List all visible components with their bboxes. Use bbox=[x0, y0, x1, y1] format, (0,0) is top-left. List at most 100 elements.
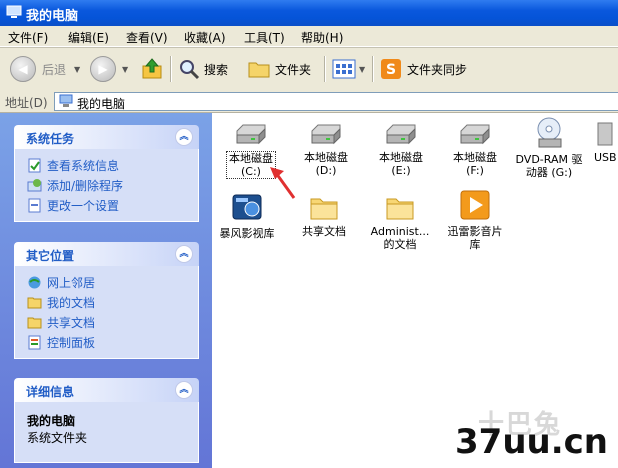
chevron-down-icon: ▼ bbox=[122, 64, 129, 74]
forward-button[interactable]: ▶ ▼ bbox=[90, 56, 128, 82]
collapse-icon[interactable]: ︽ bbox=[175, 381, 193, 399]
link-label: 更改一个设置 bbox=[47, 198, 120, 213]
folder-sync-label: 文件夹同步 bbox=[407, 62, 468, 77]
admin-documents-folder[interactable]: Administ... 的文档 bbox=[365, 193, 435, 251]
system-tasks-body: 查看系统信息 添加/删除程序 更改一个设置 bbox=[14, 149, 199, 222]
drive-label-line1: 本地磁盘 bbox=[304, 151, 348, 164]
collapse-icon[interactable]: ︽ bbox=[175, 128, 193, 146]
shared-documents-link[interactable]: 共享文档 bbox=[27, 312, 198, 332]
drive-d[interactable]: 本地磁盘 (D:) bbox=[291, 121, 361, 177]
shared-documents-folder[interactable]: 共享文档 bbox=[289, 193, 359, 238]
folder-icon bbox=[386, 198, 414, 220]
folders-icon bbox=[248, 62, 270, 78]
system-info-icon bbox=[28, 158, 41, 172]
search-icon bbox=[180, 60, 200, 80]
usb-drive-icon bbox=[597, 122, 613, 146]
link-label: 我的文档 bbox=[47, 295, 96, 310]
drive-usb[interactable]: USB bbox=[586, 121, 618, 164]
video-library-icon bbox=[232, 194, 262, 220]
view-system-info-link[interactable]: 查看系统信息 bbox=[27, 155, 198, 175]
collapse-icon[interactable]: ︽ bbox=[175, 245, 193, 263]
panel-title: 详细信息 bbox=[26, 385, 75, 399]
svg-text:S: S bbox=[386, 62, 396, 78]
search-button[interactable]: 搜索 bbox=[178, 56, 228, 82]
my-computer-icon bbox=[6, 5, 22, 18]
back-arrow-icon: ◀ bbox=[10, 56, 36, 82]
drive-f[interactable]: 本地磁盘 (F:) bbox=[440, 121, 510, 177]
folder-sync-button[interactable]: S 文件夹同步 bbox=[380, 56, 467, 82]
folder-label-line1: Administ... bbox=[370, 225, 430, 238]
link-label: 共享文档 bbox=[47, 315, 96, 330]
menu-favorites[interactable]: 收藏(A) bbox=[184, 29, 226, 46]
sync-icon: S bbox=[381, 59, 401, 79]
control-panel-icon bbox=[28, 335, 41, 349]
control-panel-link[interactable]: 控制面板 bbox=[27, 332, 198, 352]
drive-label-line1: USB bbox=[594, 151, 617, 164]
drive-label-line2: (D:) bbox=[315, 164, 337, 177]
settings-icon bbox=[28, 198, 41, 212]
change-setting-link[interactable]: 更改一个设置 bbox=[27, 195, 198, 215]
details-panel: 详细信息 ︽ 我的电脑 系统文件夹 bbox=[14, 378, 199, 463]
back-button[interactable]: ◀ 后退 ▼ bbox=[10, 56, 80, 82]
shared-folder-icon bbox=[27, 317, 42, 328]
folder-label-line1: 迅雷影音片 bbox=[447, 225, 503, 238]
back-label: 后退 bbox=[42, 62, 67, 77]
toolbar-separator bbox=[372, 56, 374, 82]
drive-label-line1: 本地磁盘 bbox=[379, 151, 423, 164]
network-icon bbox=[28, 276, 41, 288]
hard-drive-icon bbox=[386, 124, 416, 145]
dvd-drive-icon bbox=[537, 117, 562, 148]
drive-label-line2: 动器 (G:) bbox=[525, 166, 573, 179]
details-header[interactable]: 详细信息 ︽ bbox=[14, 378, 199, 402]
forward-arrow-icon: ▶ bbox=[90, 56, 116, 82]
drive-label-line1: 本地磁盘 bbox=[229, 152, 273, 165]
menu-help[interactable]: 帮助(H) bbox=[301, 29, 343, 46]
drive-label-line1: 本地磁盘 bbox=[453, 151, 497, 164]
link-label: 网上邻居 bbox=[47, 275, 96, 290]
menu-bar: 文件(F) 编辑(E) 查看(V) 收藏(A) 工具(T) 帮助(H) bbox=[0, 26, 618, 47]
network-places-link[interactable]: 网上邻居 bbox=[27, 272, 198, 292]
video-player-icon bbox=[460, 190, 490, 220]
toolbar-separator bbox=[170, 56, 172, 82]
xunlei-library[interactable]: 迅雷影音片 库 bbox=[440, 189, 510, 251]
other-places-header[interactable]: 其它位置 ︽ bbox=[14, 242, 199, 266]
watermark-text: 37uu.cn bbox=[455, 422, 608, 462]
search-label: 搜索 bbox=[204, 62, 229, 77]
link-label: 添加/删除程序 bbox=[47, 178, 124, 193]
up-folder-button[interactable] bbox=[140, 56, 164, 82]
add-remove-programs-link[interactable]: 添加/删除程序 bbox=[27, 175, 198, 195]
views-icon bbox=[332, 59, 356, 79]
system-tasks-panel: 系统任务 ︽ 查看系统信息 添加/删除程序 更改一个设置 bbox=[14, 125, 199, 222]
toolbar: ◀ 后退 ▼ ▶ ▼ 搜索 文件夹 ▼ S 文件夹同步 bbox=[0, 47, 618, 91]
menu-edit[interactable]: 编辑(E) bbox=[68, 29, 109, 46]
drive-label-line2: (E:) bbox=[391, 164, 411, 177]
red-arrow-annotation bbox=[270, 167, 296, 199]
hard-drive-icon bbox=[236, 124, 266, 145]
title-bar[interactable]: 我的电脑 bbox=[0, 0, 618, 26]
link-label: 控制面板 bbox=[47, 335, 96, 350]
drive-e[interactable]: 本地磁盘 (E:) bbox=[366, 121, 436, 177]
add-remove-icon bbox=[27, 178, 42, 191]
system-tasks-header[interactable]: 系统任务 ︽ bbox=[14, 125, 199, 149]
other-places-body: 网上邻居 我的文档 共享文档 控制面板 bbox=[14, 266, 199, 359]
toolbar-separator bbox=[324, 56, 326, 82]
details-name: 我的电脑 bbox=[27, 414, 76, 428]
address-label: 地址(D) bbox=[5, 96, 48, 110]
folder-label: 共享文档 bbox=[302, 225, 346, 238]
address-input[interactable]: 我的电脑 bbox=[54, 92, 618, 111]
menu-file[interactable]: 文件(F) bbox=[8, 29, 48, 46]
other-places-panel: 其它位置 ︽ 网上邻居 我的文档 共享文档 控制面板 bbox=[14, 242, 199, 359]
link-label: 查看系统信息 bbox=[47, 158, 120, 173]
my-documents-link[interactable]: 我的文档 bbox=[27, 292, 198, 312]
views-button[interactable]: ▼ bbox=[332, 56, 365, 82]
folder-label: 暴风影视库 bbox=[219, 227, 275, 240]
drive-g-dvd[interactable]: DVD-RAM 驱 动器 (G:) bbox=[514, 117, 584, 179]
up-folder-icon bbox=[142, 58, 162, 79]
task-pane: 系统任务 ︽ 查看系统信息 添加/删除程序 更改一个设置 其它位置 ︽ 网上邻居… bbox=[0, 113, 212, 468]
panel-title: 其它位置 bbox=[26, 249, 75, 263]
drive-label-line1: DVD-RAM 驱 bbox=[515, 153, 583, 166]
details-description: 系统文件夹 bbox=[27, 431, 88, 445]
folders-button[interactable]: 文件夹 bbox=[248, 56, 311, 82]
menu-view[interactable]: 查看(V) bbox=[126, 29, 168, 46]
menu-tools[interactable]: 工具(T) bbox=[244, 29, 285, 46]
